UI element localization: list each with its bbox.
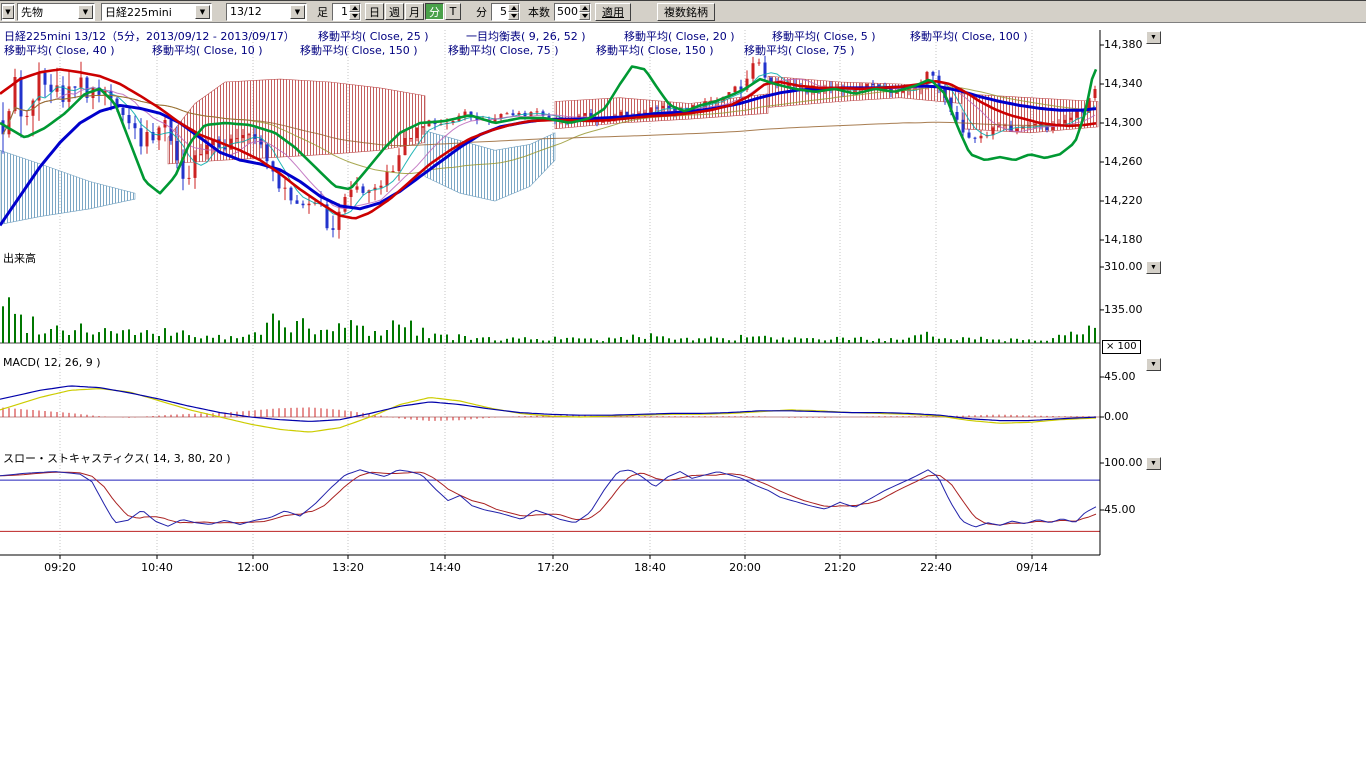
category-value: 先物 xyxy=(18,4,77,20)
spinner-down-icon[interactable] xyxy=(579,12,590,20)
stoch-tick: 100.00 xyxy=(1104,457,1143,469)
legend-item: 移動平均( Close, 150 ) xyxy=(300,44,418,57)
legend-item: 移動平均( Close, 25 ) xyxy=(318,30,429,43)
stoch-panel-menu-button[interactable]: ▼ xyxy=(1146,457,1161,470)
minute-stepper[interactable]: 5 xyxy=(491,3,520,21)
macd-tick: 45.00 xyxy=(1104,371,1136,383)
period-minute-button[interactable]: 分 xyxy=(425,3,444,20)
stoch-panel-label: スロー・ストキャスティクス( 14, 3, 80, 20 ) xyxy=(3,452,231,465)
ashi-label: 足 xyxy=(317,4,328,20)
price-tick: 14,220 xyxy=(1104,195,1143,207)
macd-tick: 0.00 xyxy=(1104,411,1129,423)
interval-value: 1 xyxy=(333,4,349,20)
stoch-tick: 45.00 xyxy=(1104,504,1136,516)
price-tick: 14,260 xyxy=(1104,156,1143,168)
spinner-buttons[interactable] xyxy=(508,4,519,20)
chart-canvas[interactable] xyxy=(0,0,1366,768)
macd-panel-label: MACD( 12, 26, 9 ) xyxy=(3,356,101,369)
time-tick: 22:40 xyxy=(920,561,952,574)
volume-panel-menu-button[interactable]: ▼ xyxy=(1146,261,1161,274)
time-tick: 13:20 xyxy=(332,561,364,574)
chevron-down-icon[interactable]: ▼ xyxy=(78,5,93,19)
spinner-down-icon[interactable] xyxy=(508,12,519,20)
volume-tick: 310.00 xyxy=(1104,261,1143,273)
spinner-down-icon[interactable] xyxy=(349,12,360,20)
period-tick-button[interactable]: T xyxy=(445,3,461,20)
time-tick: 09/14 xyxy=(1016,561,1048,574)
volume-panel-label: 出来高 xyxy=(3,252,36,265)
symbol-value: 日経225mini xyxy=(102,4,194,20)
volume-tick: 135.00 xyxy=(1104,304,1143,316)
price-tick: 14,380 xyxy=(1104,39,1143,51)
contract-value: 13/12 xyxy=(227,5,289,18)
time-tick: 17:20 xyxy=(537,561,569,574)
time-tick: 10:40 xyxy=(141,561,173,574)
spinner-up-icon[interactable] xyxy=(349,4,360,12)
legend-item: 移動平均( Close, 5 ) xyxy=(772,30,876,43)
time-tick: 12:00 xyxy=(237,561,269,574)
legend-item: 移動平均( Close, 40 ) xyxy=(4,44,115,57)
legend-item: 移動平均( Close, 75 ) xyxy=(744,44,855,57)
mini-dropdown[interactable]: ▼ xyxy=(1,3,15,21)
price-panel-menu-button[interactable]: ▼ xyxy=(1146,31,1161,44)
toolbar: ▼ 先物 ▼ 日経225mini ▼ 13/12 ▼ 足 1 日 週 月 分 T… xyxy=(0,0,1366,23)
time-tick: 20:00 xyxy=(729,561,761,574)
legend-item: 移動平均( Close, 10 ) xyxy=(152,44,263,57)
period-week-button[interactable]: 週 xyxy=(385,3,404,20)
interval-stepper[interactable]: 1 xyxy=(332,3,361,21)
spinner-buttons[interactable] xyxy=(349,4,360,20)
legend-item: 一目均衡表( 9, 26, 52 ) xyxy=(466,30,586,43)
legend-item: 移動平均( Close, 75 ) xyxy=(448,44,559,57)
apply-button[interactable]: 適用 xyxy=(595,3,631,21)
time-tick: 14:40 xyxy=(429,561,461,574)
price-tick: 14,340 xyxy=(1104,78,1143,90)
category-select[interactable]: 先物 ▼ xyxy=(17,3,95,21)
period-month-button[interactable]: 月 xyxy=(405,3,424,20)
count-stepper[interactable]: 500 xyxy=(554,3,591,21)
contract-select[interactable]: 13/12 ▼ xyxy=(226,3,307,21)
multi-symbol-button[interactable]: 複数銘柄 xyxy=(657,3,715,21)
time-tick: 21:20 xyxy=(824,561,856,574)
legend-item: 移動平均( Close, 150 ) xyxy=(596,44,714,57)
chevron-down-icon[interactable]: ▼ xyxy=(2,5,14,19)
time-tick: 09:20 xyxy=(44,561,76,574)
chevron-down-icon[interactable]: ▼ xyxy=(195,5,210,19)
price-tick: 14,300 xyxy=(1104,117,1143,129)
legend-item: 移動平均( Close, 20 ) xyxy=(624,30,735,43)
minute-value: 5 xyxy=(492,4,508,20)
chevron-down-icon[interactable]: ▼ xyxy=(290,5,305,19)
spinner-up-icon[interactable] xyxy=(508,4,519,12)
trading-chart-app: ▼ 先物 ▼ 日経225mini ▼ 13/12 ▼ 足 1 日 週 月 分 T… xyxy=(0,0,1366,768)
symbol-select[interactable]: 日経225mini ▼ xyxy=(101,3,212,21)
chart-title: 日経225mini 13/12（5分，2013/09/12 - 2013/09/… xyxy=(4,30,295,43)
count-value: 500 xyxy=(555,4,579,20)
macd-panel-menu-button[interactable]: ▼ xyxy=(1146,358,1161,371)
count-label: 本数 xyxy=(528,4,550,20)
spinner-buttons[interactable] xyxy=(579,4,590,20)
minute-label: 分 xyxy=(476,4,487,20)
legend-item: 移動平均( Close, 100 ) xyxy=(910,30,1028,43)
volume-multiplier: × 100 xyxy=(1102,340,1141,354)
price-tick: 14,180 xyxy=(1104,234,1143,246)
time-tick: 18:40 xyxy=(634,561,666,574)
spinner-up-icon[interactable] xyxy=(579,4,590,12)
period-day-button[interactable]: 日 xyxy=(365,3,384,20)
